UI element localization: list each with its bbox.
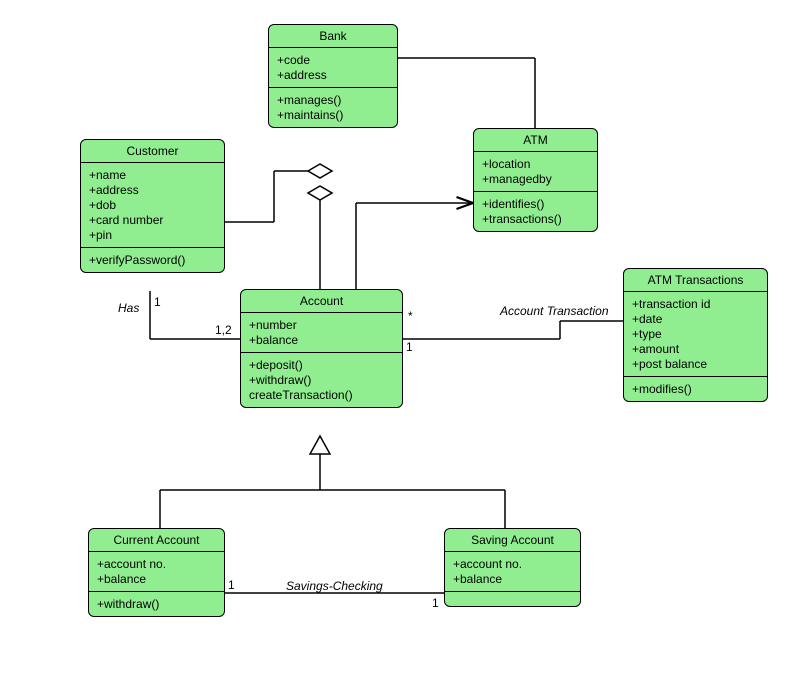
multiplicity-customer-1: 1 (154, 295, 161, 309)
class-title: ATM (474, 129, 597, 152)
class-operations: +identifies() +transactions() (474, 192, 597, 231)
class-attributes: +transaction id +date +type +amount +pos… (624, 292, 767, 377)
class-attributes: +account no. +balance (445, 552, 580, 592)
class-title: Bank (269, 25, 397, 48)
class-account: Account +number +balance +deposit() +wit… (240, 289, 403, 408)
class-attributes: +code +address (269, 48, 397, 88)
class-bank: Bank +code +address +manages() +maintain… (268, 24, 398, 128)
relation-label-savings-checking: Savings-Checking (286, 579, 383, 593)
class-attributes: +location +managedby (474, 152, 597, 192)
relation-label-has: Has (118, 301, 139, 315)
multiplicity-saving-1: 1 (432, 596, 439, 610)
class-attributes: +number +balance (241, 313, 402, 353)
class-operations: +manages() +maintains() (269, 88, 397, 127)
class-operations (445, 592, 580, 606)
class-title: Customer (81, 140, 224, 163)
class-attributes: +account no. +balance (89, 552, 224, 592)
class-title: ATM Transactions (624, 269, 767, 292)
relation-label-account-transaction: Account Transaction (500, 304, 609, 318)
class-title: Saving Account (445, 529, 580, 552)
class-title: Current Account (89, 529, 224, 552)
class-operations: +modifies() (624, 377, 767, 401)
uml-class-diagram: Bank +code +address +manages() +maintain… (0, 0, 788, 688)
multiplicity-account-star: * (408, 309, 413, 323)
multiplicity-account-trans-1: 1 (406, 340, 413, 354)
class-operations: +deposit() +withdraw() createTransaction… (241, 353, 402, 407)
class-attributes: +name +address +dob +card number +pin (81, 163, 224, 248)
multiplicity-account-12: 1,2 (215, 323, 232, 337)
class-atm: ATM +location +managedby +identifies() +… (473, 128, 598, 232)
class-current-account: Current Account +account no. +balance +w… (88, 528, 225, 617)
multiplicity-current-1: 1 (228, 578, 235, 592)
class-customer: Customer +name +address +dob +card numbe… (80, 139, 225, 273)
class-operations: +withdraw() (89, 592, 224, 616)
class-atm-transactions: ATM Transactions +transaction id +date +… (623, 268, 768, 402)
class-title: Account (241, 290, 402, 313)
class-operations: +verifyPassword() (81, 248, 224, 272)
class-saving-account: Saving Account +account no. +balance (444, 528, 581, 607)
